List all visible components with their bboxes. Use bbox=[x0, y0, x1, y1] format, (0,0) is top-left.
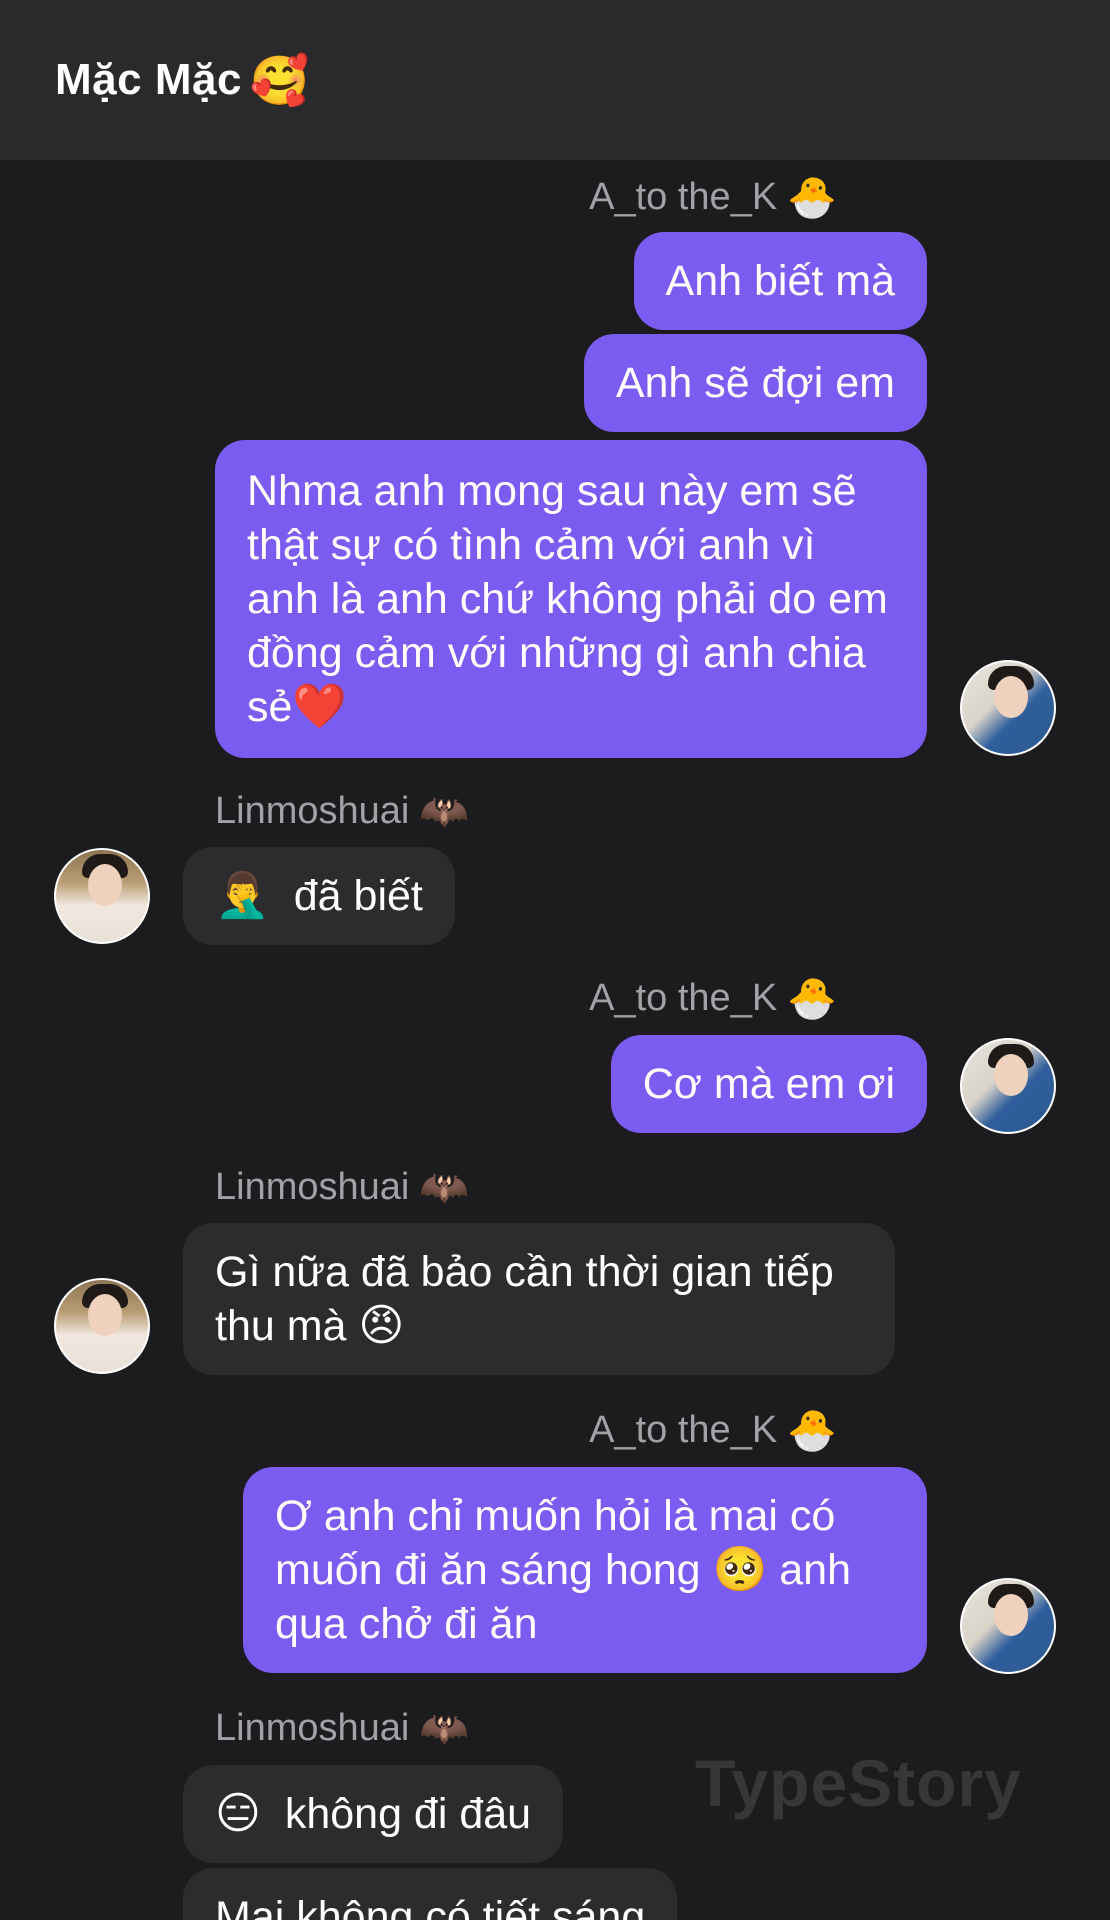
chat-title-emoji: 🥰 bbox=[249, 54, 310, 108]
sender-name-them: Linmoshuai 🦇 bbox=[215, 1705, 469, 1752]
sender-name-them: Linmoshuai 🦇 bbox=[215, 788, 469, 835]
angry-face-emoji-icon: 😠 bbox=[358, 1301, 405, 1350]
message-text: Gì nữa đã bảo cần thời gian tiếp thu mà bbox=[215, 1248, 834, 1350]
message-bubble-them[interactable]: Gì nữa đã bảo cần thời gian tiếp thu mà … bbox=[183, 1223, 895, 1375]
message-bubble-them[interactable]: 😑 không đi đâu bbox=[183, 1765, 564, 1863]
avatar-face bbox=[88, 1294, 122, 1336]
message-text: không đi đâu bbox=[284, 1790, 532, 1838]
avatar-me[interactable] bbox=[960, 660, 1056, 756]
avatar-face bbox=[994, 1054, 1028, 1096]
message-text: Anh sẽ đợi em bbox=[615, 359, 895, 407]
avatar-me[interactable] bbox=[960, 1038, 1056, 1134]
message-bubble-me[interactable]: Nhma anh mong sau này em sẽ thật sự có t… bbox=[215, 440, 927, 758]
message-bubble-me[interactable]: Ơ anh chỉ muốn hỏi là mai có muốn đi ăn … bbox=[243, 1467, 927, 1673]
sender-name-label: A_to the_K bbox=[589, 977, 778, 1019]
sender-name-me: A_to the_K 🐣 bbox=[589, 174, 837, 221]
bat-emoji-icon: 🦇 bbox=[419, 1166, 470, 1210]
message-text: Mai không có tiết sáng bbox=[215, 1893, 646, 1920]
message-text: đã biết bbox=[293, 872, 423, 920]
chat-title[interactable]: Mặc Mặc bbox=[55, 55, 242, 105]
sender-name-label: Linmoshuai bbox=[215, 790, 410, 832]
message-bubble-them[interactable]: Mai không có tiết sáng bbox=[183, 1868, 678, 1920]
sender-name-me: A_to the_K 🐣 bbox=[589, 975, 837, 1022]
avatar-me[interactable] bbox=[960, 1578, 1056, 1674]
message-bubble-me[interactable]: Cơ mà em ơi bbox=[610, 1035, 927, 1133]
avatar-them[interactable] bbox=[54, 848, 150, 944]
typestory-watermark: TypeStory bbox=[695, 1746, 1022, 1820]
chick-emoji-icon: 🐣 bbox=[787, 1409, 837, 1453]
bat-emoji-icon: 🦇 bbox=[419, 790, 470, 834]
sender-name-label: A_to the_K bbox=[589, 176, 778, 218]
message-bubble-me[interactable]: Anh sẽ đợi em bbox=[583, 334, 927, 432]
chick-emoji-icon: 🐣 bbox=[787, 977, 837, 1021]
avatar-them[interactable] bbox=[54, 1278, 150, 1374]
expressionless-face-emoji-icon: 😑 bbox=[215, 1789, 261, 1838]
sender-name-label: Linmoshuai bbox=[215, 1707, 410, 1749]
sender-name-label: A_to the_K bbox=[589, 1409, 778, 1451]
chat-header: Mặc Mặc 🥰 bbox=[0, 0, 1110, 160]
message-text: Cơ mà em ơi bbox=[642, 1060, 895, 1108]
red-heart-emoji-icon: ❤️ bbox=[292, 682, 348, 731]
avatar-face bbox=[994, 676, 1028, 718]
bat-emoji-icon: 🦇 bbox=[419, 1707, 470, 1751]
avatar-face bbox=[994, 1594, 1028, 1636]
facepalm-emoji-icon: 🤦‍♂️ bbox=[215, 871, 270, 920]
sender-name-label: Linmoshuai bbox=[215, 1166, 410, 1208]
chick-emoji-icon: 🐣 bbox=[787, 176, 837, 220]
message-bubble-me[interactable]: Anh biết mà bbox=[633, 232, 927, 330]
pleading-face-emoji-icon: 🥺 bbox=[712, 1545, 768, 1594]
message-list[interactable]: A_to the_K 🐣 Anh biết mà Anh sẽ đợi em N… bbox=[0, 160, 1110, 1920]
sender-name-me: A_to the_K 🐣 bbox=[589, 1407, 837, 1454]
avatar-face bbox=[88, 864, 122, 906]
sender-name-them: Linmoshuai 🦇 bbox=[215, 1164, 469, 1211]
message-text: Anh biết mà bbox=[665, 257, 895, 305]
message-bubble-them[interactable]: 🤦‍♂️ đã biết bbox=[183, 847, 455, 945]
